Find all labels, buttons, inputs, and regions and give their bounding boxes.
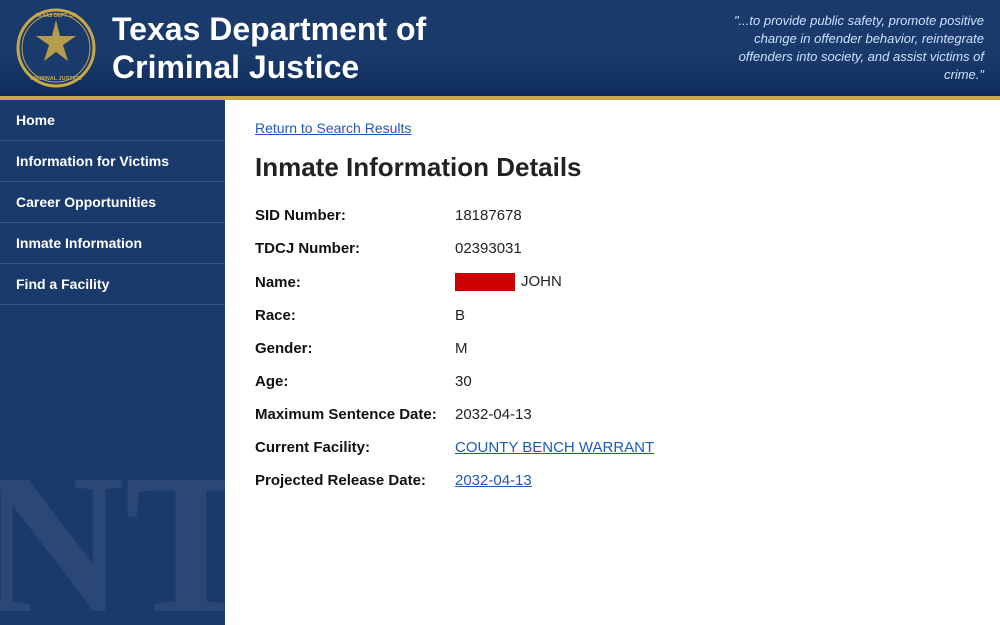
header-title: Texas Department of Criminal Justice xyxy=(112,10,704,87)
return-to-search-link[interactable]: Return to Search Results xyxy=(255,120,411,136)
age-row: Age: 30 xyxy=(255,373,970,390)
sid-value: 18187678 xyxy=(455,207,522,224)
projected-release-label: Projected Release Date: xyxy=(255,472,455,489)
tdcj-value: 02393031 xyxy=(455,240,522,257)
gender-value: M xyxy=(455,340,468,357)
name-row: Name: JOHN xyxy=(255,273,970,291)
age-label: Age: xyxy=(255,373,455,390)
max-sentence-value: 2032-04-13 xyxy=(455,406,532,423)
sid-label: SID Number: xyxy=(255,207,455,224)
race-row: Race: B xyxy=(255,307,970,324)
race-label: Race: xyxy=(255,307,455,324)
gender-label: Gender: xyxy=(255,340,455,357)
svg-text:CRIMINAL JUSTICE: CRIMINAL JUSTICE xyxy=(30,76,82,82)
gender-row: Gender: M xyxy=(255,340,970,357)
header-title-block: Texas Department of Criminal Justice xyxy=(112,10,704,87)
tdcj-logo: CRIMINAL JUSTICE TEXAS DEPT. OF xyxy=(16,8,96,88)
tdcj-row: TDCJ Number: 02393031 xyxy=(255,240,970,257)
projected-release-row: Projected Release Date: 2032-04-13 xyxy=(255,472,970,489)
name-label: Name: xyxy=(255,274,455,291)
sidebar-item-inmate-information[interactable]: Inmate Information xyxy=(0,223,225,264)
redacted-block xyxy=(455,273,515,291)
current-facility-label: Current Facility: xyxy=(255,439,455,456)
page-title: Inmate Information Details xyxy=(255,152,970,183)
sidebar-item-home[interactable]: Home xyxy=(0,100,225,141)
sidebar-item-information-for-victims[interactable]: Information for Victims xyxy=(0,141,225,182)
main-content: Return to Search Results Inmate Informat… xyxy=(225,100,1000,625)
max-sentence-row: Maximum Sentence Date: 2032-04-13 xyxy=(255,406,970,423)
current-facility-row: Current Facility: COUNTY BENCH WARRANT xyxy=(255,439,970,456)
max-sentence-label: Maximum Sentence Date: xyxy=(255,406,455,423)
header-motto: "...to provide public safety, promote po… xyxy=(704,12,984,85)
sidebar-item-career-opportunities[interactable]: Career Opportunities xyxy=(0,182,225,223)
sidebar-item-find-a-facility[interactable]: Find a Facility xyxy=(0,264,225,305)
tdcj-label: TDCJ Number: xyxy=(255,240,455,257)
projected-release-link[interactable]: 2032-04-13 xyxy=(455,472,532,489)
age-value: 30 xyxy=(455,373,472,390)
sidebar: NT Home Information for Victims Career O… xyxy=(0,100,225,625)
page-header: CRIMINAL JUSTICE TEXAS DEPT. OF Texas De… xyxy=(0,0,1000,100)
main-layout: NT Home Information for Victims Career O… xyxy=(0,100,1000,625)
current-facility-link[interactable]: COUNTY BENCH WARRANT xyxy=(455,439,654,456)
race-value: B xyxy=(455,307,465,324)
name-value: JOHN xyxy=(455,273,562,291)
sid-row: SID Number: 18187678 xyxy=(255,207,970,224)
sidebar-watermark: NT xyxy=(0,445,225,625)
svg-text:TEXAS DEPT. OF: TEXAS DEPT. OF xyxy=(36,13,77,19)
